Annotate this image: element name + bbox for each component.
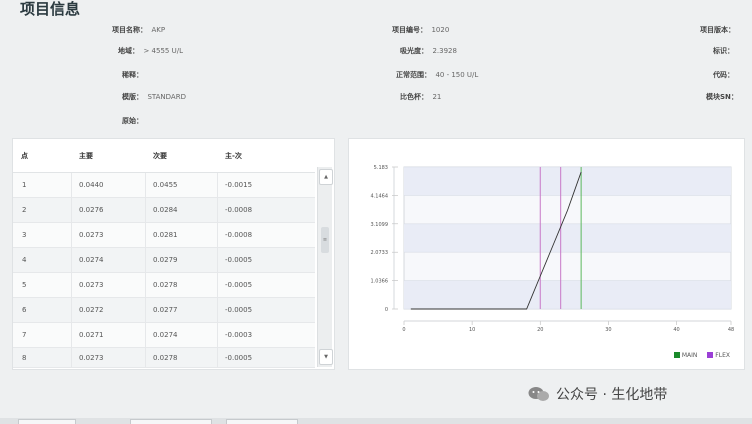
table-scrollbar[interactable]: ▲ ≡ ▼ bbox=[317, 167, 333, 367]
col-header-point[interactable]: 点 bbox=[21, 151, 28, 161]
legend-item-flex: FLEX bbox=[707, 352, 730, 359]
table-row[interactable]: 4 0.0274 0.0279 -0.0005 bbox=[13, 248, 315, 273]
info-field-template: 模版： STANDARD bbox=[122, 93, 186, 101]
data-table: 点 主要 次要 主-次 1 0.0440 0.0455 -0.0015 2 0.… bbox=[12, 138, 335, 370]
reaction-curve-chart: 0 1.0366 2.0733 3.1099 4.1464 5.183 0 10 20 30 40 4… bbox=[348, 138, 745, 370]
info-field-region: 地域： > 4555 U/L bbox=[118, 47, 183, 55]
column-divider bbox=[71, 173, 72, 367]
y-tick-label: 1.0366 bbox=[371, 279, 389, 285]
footer-button[interactable] bbox=[18, 419, 76, 424]
info-field-name: 项目名称： AKP bbox=[112, 26, 166, 34]
cell-secondary: 0.0284 bbox=[153, 206, 178, 214]
cell-main: 0.0273 bbox=[79, 354, 104, 362]
footer-button[interactable] bbox=[130, 419, 212, 424]
cell-secondary: 0.0279 bbox=[153, 256, 178, 264]
x-tick-label: 48 bbox=[728, 327, 734, 333]
info-field-tag: 标识： bbox=[713, 47, 734, 55]
cell-main: 0.0273 bbox=[79, 231, 104, 239]
column-divider bbox=[145, 173, 146, 367]
page-title: 项目信息 bbox=[20, 0, 81, 18]
table-row[interactable]: 3 0.0273 0.0281 -0.0008 bbox=[13, 223, 315, 248]
y-tick-label: 4.1464 bbox=[371, 193, 389, 199]
table-row[interactable]: 7 0.0271 0.0274 -0.0003 bbox=[13, 323, 315, 348]
chart-svg: 0 1.0366 2.0733 3.1099 4.1464 5.183 0 10 20 30 40 4… bbox=[371, 165, 735, 333]
x-tick-label: 10 bbox=[469, 327, 475, 333]
watermark: 公众号 · 生化地带 bbox=[528, 384, 667, 404]
cell-point: 3 bbox=[22, 231, 27, 239]
table-row[interactable]: 5 0.0273 0.0278 -0.0005 bbox=[13, 273, 315, 298]
table-body: 1 0.0440 0.0455 -0.0015 2 0.0276 0.0284 … bbox=[13, 173, 315, 368]
x-tick-label: 30 bbox=[605, 327, 611, 333]
cell-point: 5 bbox=[22, 281, 27, 289]
y-tick-label: 0 bbox=[385, 307, 388, 313]
info-field-dilution: 稀释： bbox=[122, 71, 143, 79]
info-field-absorbance: 吸光度： 2.3928 bbox=[400, 47, 457, 55]
info-field-raw: 原始： bbox=[122, 117, 143, 125]
cell-main: 0.0276 bbox=[79, 206, 104, 214]
y-tick-label: 5.183 bbox=[374, 165, 388, 171]
x-tick-label: 20 bbox=[537, 327, 543, 333]
scroll-down-button[interactable]: ▼ bbox=[319, 349, 333, 365]
table-row[interactable]: 6 0.0272 0.0277 -0.0005 bbox=[13, 298, 315, 323]
wechat-icon bbox=[528, 387, 549, 401]
col-header-diff[interactable]: 主-次 bbox=[225, 151, 242, 161]
cell-point: 4 bbox=[22, 256, 27, 264]
cell-secondary: 0.0274 bbox=[153, 331, 178, 339]
info-field-version: 项目版本： bbox=[700, 26, 735, 34]
cell-main: 0.0273 bbox=[79, 281, 104, 289]
y-tick-label: 2.0733 bbox=[371, 250, 389, 256]
cell-point: 1 bbox=[22, 181, 27, 189]
scroll-thumb[interactable]: ≡ bbox=[321, 227, 329, 253]
bottom-toolbar bbox=[0, 418, 752, 424]
cell-secondary: 0.0277 bbox=[153, 306, 178, 314]
cell-diff: -0.0005 bbox=[225, 281, 253, 289]
info-field-module-sn: 模块SN： bbox=[706, 93, 738, 101]
table-row[interactable]: 1 0.0440 0.0455 -0.0015 bbox=[13, 173, 315, 198]
cell-diff: -0.0008 bbox=[225, 231, 253, 239]
cell-secondary: 0.0281 bbox=[153, 231, 178, 239]
table-row[interactable]: 8 0.0273 0.0278 -0.0005 bbox=[13, 348, 315, 368]
footer-button[interactable] bbox=[226, 419, 298, 424]
col-header-main[interactable]: 主要 bbox=[79, 151, 93, 161]
scroll-up-button[interactable]: ▲ bbox=[319, 169, 333, 185]
cell-secondary: 0.0278 bbox=[153, 281, 178, 289]
chart-legend: MAIN FLEX bbox=[666, 352, 730, 359]
y-tick-label: 3.1099 bbox=[371, 222, 389, 228]
col-header-secondary[interactable]: 次要 bbox=[153, 151, 167, 161]
cell-diff: -0.0008 bbox=[225, 206, 253, 214]
plot-band bbox=[404, 223, 731, 253]
info-field-normal-range: 正常范围： 40 - 150 U/L bbox=[396, 71, 479, 79]
legend-swatch-main bbox=[673, 352, 680, 358]
info-field-code: 代码： bbox=[713, 71, 734, 79]
table-row[interactable]: 2 0.0276 0.0284 -0.0008 bbox=[13, 198, 315, 223]
cell-main: 0.0274 bbox=[79, 256, 104, 264]
plot-band bbox=[404, 280, 731, 309]
legend-item-main: MAIN bbox=[673, 352, 699, 359]
watermark-text: 公众号 · 生化地带 bbox=[556, 387, 668, 403]
cell-diff: -0.0015 bbox=[225, 181, 253, 189]
info-field-cuvette: 比色杯： 21 bbox=[400, 93, 442, 101]
cell-main: 0.0440 bbox=[79, 181, 104, 189]
cell-diff: -0.0005 bbox=[225, 354, 253, 362]
column-divider bbox=[217, 173, 218, 367]
cell-point: 8 bbox=[22, 354, 27, 362]
cell-secondary: 0.0455 bbox=[153, 181, 178, 189]
table-header: 点 主要 次要 主-次 bbox=[13, 139, 315, 173]
info-field-number: 项目编号： 1020 bbox=[392, 26, 450, 34]
cell-secondary: 0.0278 bbox=[153, 354, 178, 362]
cell-point: 7 bbox=[22, 331, 27, 339]
cell-point: 6 bbox=[22, 306, 27, 314]
cell-main: 0.0271 bbox=[79, 331, 104, 339]
x-tick-label: 0 bbox=[402, 327, 405, 333]
x-tick-label: 40 bbox=[673, 327, 679, 333]
cell-diff: -0.0005 bbox=[225, 256, 253, 264]
plot-band bbox=[404, 167, 731, 196]
cell-diff: -0.0003 bbox=[225, 331, 253, 339]
cell-diff: -0.0005 bbox=[225, 306, 253, 314]
cell-point: 2 bbox=[22, 206, 27, 214]
legend-swatch-flex bbox=[707, 352, 714, 358]
cell-main: 0.0272 bbox=[79, 306, 104, 314]
